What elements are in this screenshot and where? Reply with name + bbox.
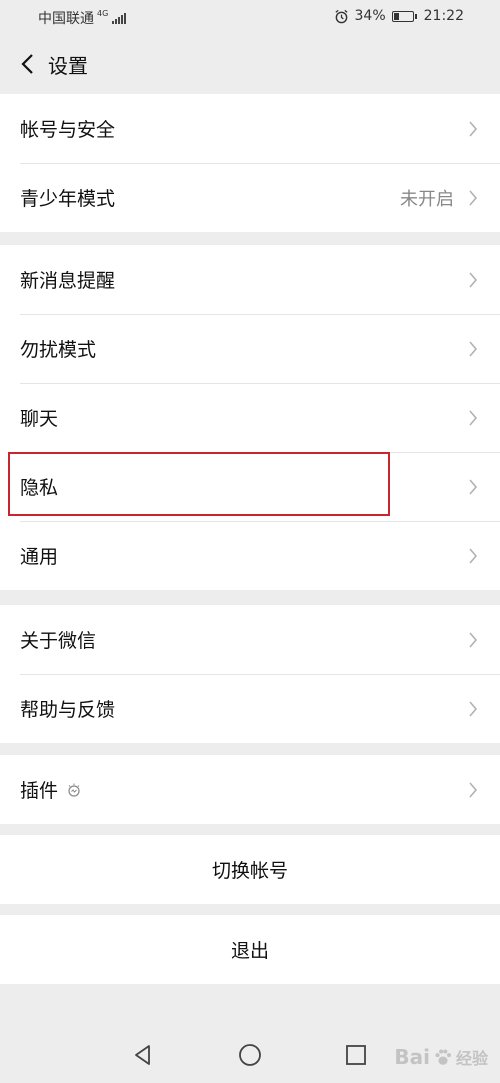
do-not-disturb-row[interactable]: 勿扰模式: [0, 314, 500, 383]
chevron-left-icon: [21, 54, 33, 74]
battery-icon: [391, 10, 417, 22]
teen-mode-status: 未开启: [400, 188, 454, 210]
chat-label: 聊天: [20, 408, 59, 430]
settings-group-account: 帐号与安全 青少年模式 未开启: [0, 94, 500, 232]
switch-account-label: 切换帐号: [211, 860, 288, 882]
plugins-label: 插件: [20, 780, 59, 802]
network-type: 4G: [97, 8, 109, 18]
clock: 21:22: [423, 8, 464, 24]
plugin-bulb-icon: [68, 783, 80, 797]
settings-group-plugins: 插件: [0, 755, 500, 824]
plugins-row[interactable]: 插件: [0, 755, 500, 824]
page-title: 设置: [48, 53, 88, 78]
do-not-disturb-label: 勿扰模式: [20, 339, 97, 361]
chevron-right-icon: [469, 271, 478, 288]
teen-mode-row[interactable]: 青少年模式 未开启: [0, 163, 500, 232]
about-wechat-label: 关于微信: [20, 630, 97, 652]
chevron-right-icon: [469, 547, 478, 564]
settings-group-notify: 新消息提醒 勿扰模式 聊天 隐私 通用: [0, 245, 500, 590]
privacy-row[interactable]: 隐私: [0, 452, 500, 521]
about-wechat-row[interactable]: 关于微信: [0, 605, 500, 674]
chevron-right-icon: [469, 700, 478, 717]
battery-fill: [393, 12, 400, 20]
new-message-row[interactable]: 新消息提醒: [0, 245, 500, 314]
chevron-right-icon: [469, 340, 478, 357]
carrier-name: 中国联通: [38, 11, 94, 27]
chevron-right-icon: [469, 478, 478, 495]
general-label: 通用: [20, 546, 59, 568]
logout-label: 退出: [230, 940, 269, 962]
plugins-label-wrap: 插件: [20, 776, 82, 803]
system-home-button[interactable]: [238, 1043, 262, 1067]
chevron-right-icon: [469, 189, 478, 206]
account-security-label: 帐号与安全: [20, 119, 116, 141]
chevron-right-icon: [469, 631, 478, 648]
system-recents-button[interactable]: [344, 1043, 368, 1067]
help-feedback-row[interactable]: 帮助与反馈: [0, 674, 500, 743]
signal-icon: [112, 12, 127, 24]
settings-group-about: 关于微信 帮助与反馈: [0, 605, 500, 743]
teen-mode-label: 青少年模式: [20, 188, 116, 210]
system-back-button[interactable]: [131, 1043, 155, 1067]
baidu-watermark: Bai 经验: [394, 1045, 488, 1069]
back-button[interactable]: [12, 44, 42, 84]
status-right: 34% 21:22: [334, 8, 464, 24]
new-message-label: 新消息提醒: [20, 270, 116, 292]
battery-percent: 34%: [354, 8, 386, 24]
chat-row[interactable]: 聊天: [0, 383, 500, 452]
account-security-row[interactable]: 帐号与安全: [0, 94, 500, 163]
alarm-icon: [334, 9, 348, 23]
privacy-label: 隐私: [20, 477, 59, 499]
general-row[interactable]: 通用: [0, 521, 500, 590]
watermark-text: Bai: [394, 1045, 430, 1069]
logout-button[interactable]: 退出: [0, 915, 500, 984]
nav-bar: 设置: [0, 34, 500, 94]
status-bar: 中国联通 4G 34% 21:22: [0, 0, 500, 34]
chevron-right-icon: [469, 409, 478, 426]
status-left: 中国联通 4G: [38, 8, 127, 28]
watermark-suffix: 经验: [455, 1049, 488, 1068]
paw-icon: [435, 1049, 451, 1065]
chevron-right-icon: [469, 781, 478, 798]
chevron-right-icon: [469, 120, 478, 137]
help-feedback-label: 帮助与反馈: [20, 699, 116, 721]
switch-account-button[interactable]: 切换帐号: [0, 835, 500, 904]
